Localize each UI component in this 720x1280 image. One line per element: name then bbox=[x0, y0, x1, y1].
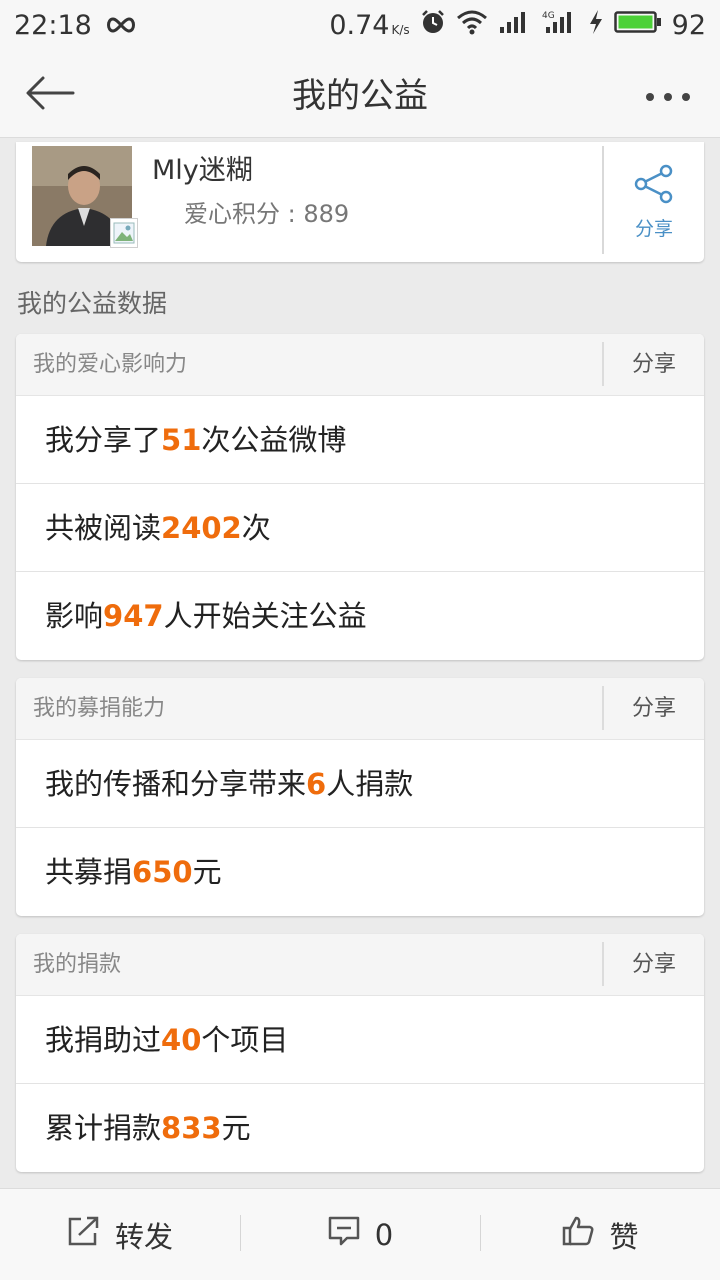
like-label: 赞 bbox=[609, 1219, 639, 1254]
infinity-icon bbox=[104, 10, 138, 41]
comment-count: 0 bbox=[374, 1217, 394, 1252]
card-header: 我的捐款 分享 bbox=[16, 934, 704, 996]
back-button[interactable] bbox=[22, 70, 78, 120]
stat-number: 40 bbox=[161, 1023, 202, 1057]
stat-row: 共被阅读2402次 bbox=[16, 484, 704, 572]
like-button[interactable]: 赞 bbox=[480, 1189, 720, 1280]
stat-number: 2402 bbox=[161, 511, 242, 545]
stat-row: 累计捐款833元 bbox=[45, 1111, 251, 1145]
card-title: 我的捐款 bbox=[33, 952, 122, 977]
image-badge-icon bbox=[110, 218, 138, 248]
profile-share-label: 分享 bbox=[634, 217, 673, 240]
fundraising-card: 我的募捐能力 分享 我的传播和分享带来6人捐款 共募捐650元 bbox=[16, 678, 704, 916]
repost-label: 转发 bbox=[114, 1219, 173, 1254]
card-header: 我的爱心影响力 分享 bbox=[16, 334, 704, 396]
card-share-button[interactable]: 分享 bbox=[604, 934, 704, 996]
wifi-icon bbox=[456, 9, 488, 42]
influence-card: 我的爱心影响力 分享 我分享了51次公益微博 共被阅读2402次 影响947人开… bbox=[16, 334, 704, 660]
alarm-icon bbox=[420, 9, 446, 42]
comment-button[interactable]: 0 bbox=[240, 1189, 480, 1280]
status-bar: 22:18 0.74 K/s 4G 92 bbox=[0, 0, 720, 50]
battery-level: 92 bbox=[671, 9, 706, 41]
nav-bar: 我的公益 bbox=[0, 50, 720, 138]
signal-4g-icon: 4G bbox=[542, 9, 578, 42]
speed-unit: K/s bbox=[391, 22, 410, 37]
stat-row: 我的传播和分享带来6人捐款 bbox=[16, 740, 704, 828]
profile-card: Mly迷糊 爱心积分 : 889 分享 bbox=[16, 142, 704, 262]
stat-row: 共募捐650元 bbox=[45, 855, 222, 889]
stat-number: 947 bbox=[103, 599, 164, 633]
repost-icon bbox=[67, 1215, 101, 1254]
more-button[interactable] bbox=[640, 78, 696, 114]
page-title: 我的公益 bbox=[292, 76, 428, 116]
battery-icon bbox=[613, 9, 662, 42]
section-title: 我的公益数据 bbox=[17, 289, 168, 318]
stat-number: 6 bbox=[306, 767, 327, 801]
signal-icon bbox=[498, 9, 532, 42]
username: Mly迷糊 bbox=[152, 155, 253, 186]
thumbs-up-icon bbox=[561, 1215, 595, 1254]
love-points: 爱心积分 : 889 bbox=[184, 200, 350, 228]
card-share-button[interactable]: 分享 bbox=[604, 334, 704, 396]
share-icon bbox=[632, 164, 676, 208]
stat-number: 833 bbox=[161, 1111, 222, 1145]
repost-button[interactable]: 转发 bbox=[0, 1189, 240, 1280]
card-title: 我的募捐能力 bbox=[33, 696, 166, 721]
network-speed: 0.74 K/s bbox=[329, 9, 410, 41]
more-dots-icon bbox=[645, 87, 691, 106]
card-title: 我的爱心影响力 bbox=[33, 352, 188, 377]
stat-number: 51 bbox=[161, 423, 202, 457]
card-share-button[interactable]: 分享 bbox=[604, 678, 704, 740]
arrow-left-icon bbox=[25, 75, 75, 115]
comment-icon bbox=[327, 1215, 361, 1254]
stat-row: 我分享了51次公益微博 bbox=[16, 396, 704, 484]
stat-number: 650 bbox=[132, 855, 193, 889]
card-header: 我的募捐能力 分享 bbox=[16, 678, 704, 740]
status-time: 22:18 bbox=[14, 9, 92, 41]
charging-icon bbox=[588, 9, 604, 42]
profile-share-button[interactable]: 分享 bbox=[604, 142, 704, 262]
donations-card: 我的捐款 分享 我捐助过40个项目 累计捐款833元 bbox=[16, 934, 704, 1172]
svg-text:4G: 4G bbox=[542, 11, 555, 21]
bottom-action-bar: 转发 0 赞 bbox=[0, 1188, 720, 1280]
stat-row: 影响947人开始关注公益 bbox=[45, 599, 367, 633]
stat-row: 我捐助过40个项目 bbox=[16, 996, 704, 1084]
